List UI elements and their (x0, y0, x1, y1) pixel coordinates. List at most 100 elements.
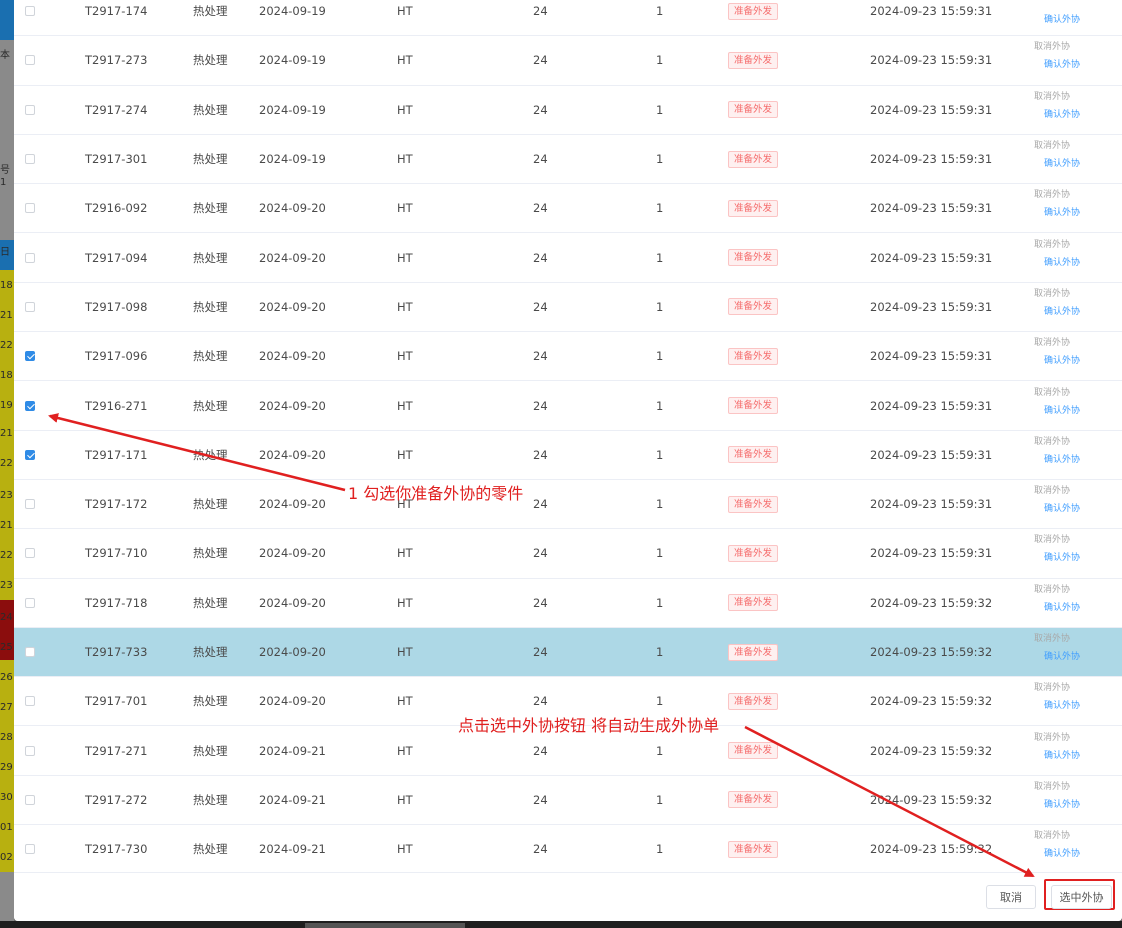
select-outsource-button[interactable]: 选中外协 (1051, 885, 1112, 909)
row-checkbox-cell[interactable] (25, 431, 37, 479)
confirm-outsource-link[interactable]: 确认外协 (1044, 257, 1080, 269)
cancel-outsource-link[interactable]: 取消外协 (1034, 633, 1070, 645)
row-checkbox[interactable] (25, 6, 35, 17)
table-row[interactable]: T2916-092 热处理 2024-09-20 HT 24 1 准备外发 20… (14, 184, 1122, 234)
row-actions: 取消外协 确认外协 (1034, 579, 1080, 627)
table-row[interactable]: T2917-174 热处理 2024-09-19 HT 24 1 准备外发 20… (14, 0, 1122, 37)
row-checkbox[interactable] (25, 548, 35, 559)
count: 1 (656, 53, 664, 68)
confirm-outsource-link[interactable]: 确认外协 (1044, 848, 1080, 860)
cancel-outsource-link[interactable]: 取消外协 (1034, 534, 1070, 546)
confirm-outsource-link[interactable]: 确认外协 (1044, 602, 1080, 614)
cancel-outsource-link[interactable]: 取消外协 (1034, 682, 1070, 694)
cancel-outsource-link[interactable]: 取消外协 (1034, 830, 1070, 842)
row-checkbox-cell[interactable] (25, 677, 37, 725)
quantity: 24 (533, 349, 548, 364)
row-checkbox[interactable] (25, 55, 35, 66)
confirm-outsource-link[interactable]: 确认外协 (1044, 158, 1080, 170)
table-row[interactable]: T2917-733 热处理 2024-09-20 HT 24 1 准备外发 20… (14, 627, 1122, 678)
row-checkbox-cell[interactable] (25, 135, 37, 183)
cancel-outsource-link[interactable]: 取消外协 (1034, 781, 1070, 793)
row-checkbox-cell[interactable] (25, 776, 37, 824)
count: 1 (656, 349, 664, 364)
row-checkbox[interactable] (25, 351, 35, 362)
table-row[interactable]: T2917-272 热处理 2024-09-21 HT 24 1 准备外发 20… (14, 776, 1122, 826)
confirm-outsource-link[interactable]: 确认外协 (1044, 503, 1080, 515)
confirm-outsource-link[interactable]: 确认外协 (1044, 355, 1080, 367)
row-checkbox[interactable] (25, 203, 35, 214)
cancel-outsource-link[interactable]: 取消外协 (1034, 436, 1070, 448)
cancel-outsource-link[interactable]: 取消外协 (1034, 288, 1070, 300)
confirm-outsource-link[interactable]: 确认外协 (1044, 799, 1080, 811)
plan-date: 2024-09-20 (259, 546, 326, 561)
confirm-outsource-link[interactable]: 确认外协 (1044, 651, 1080, 663)
cancel-outsource-link[interactable]: 取消外协 (1034, 189, 1070, 201)
quantity: 24 (533, 4, 548, 19)
row-checkbox-cell[interactable] (25, 825, 37, 873)
table-row[interactable]: T2917-718 热处理 2024-09-20 HT 24 1 准备外发 20… (14, 579, 1122, 628)
cancel-outsource-link[interactable]: 取消外协 (1034, 239, 1070, 251)
row-checkbox-cell[interactable] (25, 480, 37, 528)
cancel-outsource-link[interactable]: 取消外协 (1034, 732, 1070, 744)
row-checkbox[interactable] (25, 499, 35, 510)
cancel-outsource-link[interactable]: 取消外协 (1034, 140, 1070, 152)
confirm-outsource-link[interactable]: 确认外协 (1044, 552, 1080, 564)
row-checkbox-cell[interactable] (25, 86, 37, 134)
row-checkbox-cell[interactable] (25, 184, 37, 232)
table-row[interactable]: T2917-098 热处理 2024-09-20 HT 24 1 准备外发 20… (14, 283, 1122, 333)
row-checkbox[interactable] (25, 252, 35, 263)
cancel-outsource-link[interactable]: 取消外协 (1034, 337, 1070, 349)
row-checkbox-cell[interactable] (25, 726, 37, 774)
row-checkbox-cell[interactable] (25, 36, 37, 84)
row-checkbox[interactable] (25, 745, 35, 756)
row-checkbox-cell[interactable] (25, 381, 37, 429)
created-time: 2024-09-23 15:59:31 (870, 546, 993, 561)
table-row[interactable]: T2917-730 热处理 2024-09-21 HT 24 1 准备外发 20… (14, 825, 1122, 875)
confirm-outsource-link[interactable]: 确认外协 (1044, 700, 1080, 712)
table-row[interactable]: T2917-094 热处理 2024-09-20 HT 24 1 准备外发 20… (14, 233, 1122, 283)
confirm-outsource-link[interactable]: 确认外协 (1044, 750, 1080, 762)
scrollbar-thumb[interactable] (305, 923, 465, 928)
table-row[interactable]: T2917-171 热处理 2024-09-20 HT 24 1 准备外发 20… (14, 431, 1122, 480)
row-checkbox-cell[interactable] (25, 233, 37, 281)
row-checkbox-cell[interactable] (25, 628, 37, 676)
row-checkbox[interactable] (25, 597, 35, 608)
row-checkbox-cell[interactable] (25, 529, 37, 577)
table-row[interactable]: T2917-274 热处理 2024-09-19 HT 24 1 准备外发 20… (14, 86, 1122, 135)
cancel-button[interactable]: 取消 (986, 885, 1036, 909)
row-checkbox[interactable] (25, 844, 35, 855)
row-checkbox[interactable] (25, 104, 35, 115)
row-checkbox[interactable] (25, 696, 35, 707)
cancel-outsource-link[interactable]: 取消外协 (1034, 584, 1070, 596)
confirm-outsource-link[interactable]: 确认外协 (1044, 14, 1080, 26)
confirm-outsource-link[interactable]: 确认外协 (1044, 59, 1080, 71)
row-checkbox-cell[interactable] (25, 579, 37, 627)
confirm-outsource-link[interactable]: 确认外协 (1044, 306, 1080, 318)
table-row[interactable]: T2917-172 热处理 2024-09-20 HT 24 1 准备外发 20… (14, 480, 1122, 530)
table-row[interactable]: T2916-271 热处理 2024-09-20 HT 24 1 准备外发 20… (14, 381, 1122, 431)
count: 1 (656, 595, 664, 610)
row-checkbox[interactable] (25, 301, 35, 312)
row-checkbox-cell[interactable] (25, 283, 37, 331)
cancel-outsource-link[interactable]: 取消外协 (1034, 387, 1070, 399)
row-checkbox[interactable] (25, 449, 35, 460)
row-checkbox[interactable] (25, 647, 35, 657)
confirm-outsource-link[interactable]: 确认外协 (1044, 207, 1080, 219)
table-row[interactable]: T2917-301 热处理 2024-09-19 HT 24 1 准备外发 20… (14, 135, 1122, 185)
table-row[interactable]: T2917-273 热处理 2024-09-19 HT 24 1 准备外发 20… (14, 36, 1122, 86)
table-row[interactable]: T2917-710 热处理 2024-09-20 HT 24 1 准备外发 20… (14, 529, 1122, 579)
horizontal-scrollbar[interactable] (0, 921, 1122, 928)
row-checkbox[interactable] (25, 794, 35, 805)
cancel-outsource-link[interactable]: 取消外协 (1034, 41, 1070, 53)
row-checkbox[interactable] (25, 400, 35, 411)
confirm-outsource-link[interactable]: 确认外协 (1044, 405, 1080, 417)
row-checkbox-cell[interactable] (25, 0, 37, 35)
cancel-outsource-link[interactable]: 取消外协 (1034, 91, 1070, 103)
confirm-outsource-link[interactable]: 确认外协 (1044, 454, 1080, 466)
status-badge: 准备外发 (728, 742, 779, 760)
row-checkbox[interactable] (25, 154, 35, 165)
cancel-outsource-link[interactable]: 取消外协 (1034, 485, 1070, 497)
confirm-outsource-link[interactable]: 确认外协 (1044, 109, 1080, 121)
row-checkbox-cell[interactable] (25, 332, 37, 380)
table-row[interactable]: T2917-096 热处理 2024-09-20 HT 24 1 准备外发 20… (14, 332, 1122, 382)
